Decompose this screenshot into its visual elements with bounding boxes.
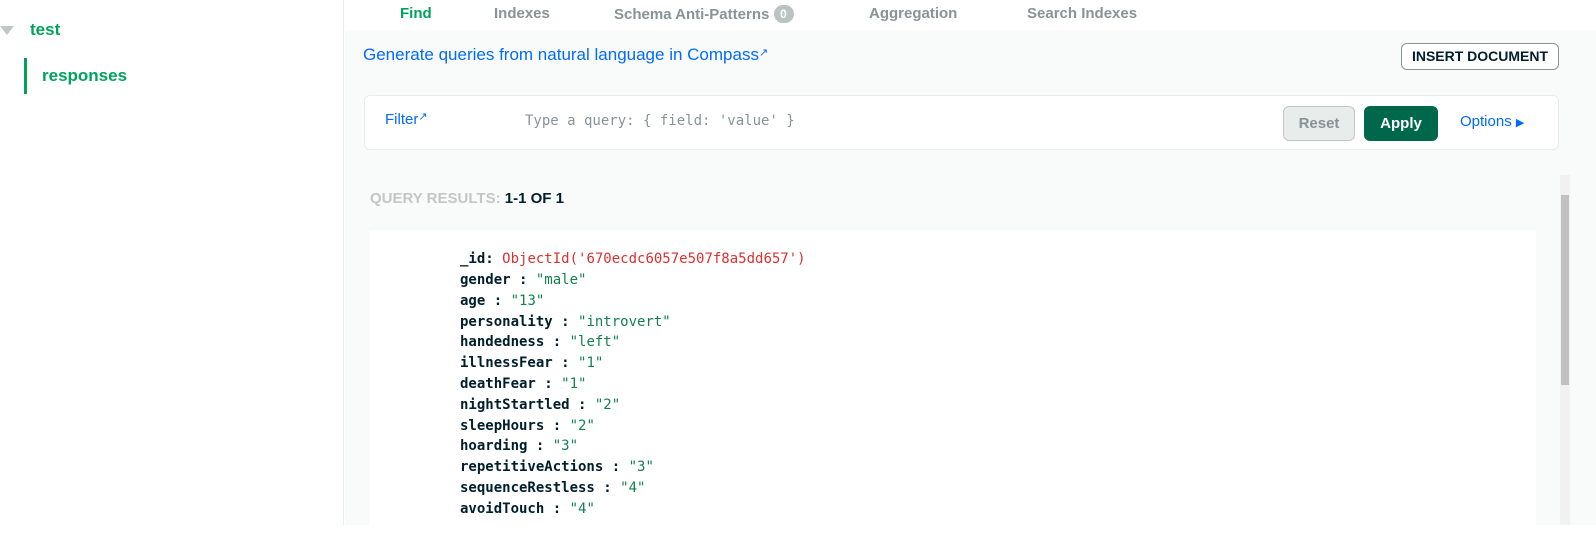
field-value: "1" — [561, 376, 587, 392]
tab-search-indexes[interactable]: Search Indexes — [1027, 5, 1137, 22]
external-link-icon: ↗ — [418, 111, 428, 123]
field-value: ObjectId('670ecdc6057e507f8a5dd657') — [502, 251, 806, 267]
reset-button[interactable]: Reset — [1283, 106, 1355, 141]
field-value: "1" — [578, 355, 604, 372]
field-key: hoarding — [460, 438, 528, 455]
tab-indexes[interactable]: Indexes — [494, 5, 550, 22]
options-label: Options — [1460, 113, 1512, 130]
document-card[interactable]: _id: ObjectId('670ecdc6057e507f8a5dd657'… — [369, 230, 1536, 530]
field-value: "male" — [535, 272, 587, 288]
tab-aggregation[interactable]: Aggregation — [869, 5, 957, 22]
field-key: deathFear — [460, 376, 536, 392]
bottom-area — [0, 525, 1596, 555]
query-results-header: QUERY RESULTS: 1-1 OF 1 — [370, 190, 564, 207]
document-field: personality : "introvert" — [460, 313, 671, 330]
field-value: "3" — [552, 438, 579, 455]
count-badge: 0 — [773, 5, 794, 23]
scrollbar-thumb[interactable] — [1561, 195, 1569, 385]
field-value: "4" — [569, 500, 595, 517]
external-link-icon: ↗ — [758, 47, 769, 59]
field-key: illnessFear — [460, 355, 553, 372]
field-key: sleepHours — [460, 417, 545, 434]
tab-find[interactable]: Find — [400, 5, 432, 22]
tab-label: Schema Anti-Patterns — [614, 6, 770, 23]
results-count: 1-1 OF 1 — [504, 190, 564, 207]
sidebar: test responses — [0, 0, 344, 525]
document-field: hoarding : "3" — [460, 438, 579, 455]
results-label: QUERY RESULTS: — [370, 190, 501, 207]
document-field: sleepHours : "2" — [460, 417, 595, 434]
caret-right-icon: ▶ — [1515, 117, 1525, 129]
sidebar-database-test[interactable]: test — [0, 20, 60, 40]
field-key: avoidTouch — [460, 500, 545, 517]
document-field: illnessFear : "1" — [460, 355, 604, 372]
field-key: handedness — [460, 334, 545, 351]
field-value: "2" — [569, 417, 595, 434]
filter-label: Filter — [385, 111, 419, 128]
apply-button[interactable]: Apply — [1364, 106, 1438, 141]
field-key: _id — [460, 251, 486, 267]
sidebar-collection-responses[interactable]: responses — [24, 58, 127, 94]
generate-queries-link[interactable]: Generate queries from natural language i… — [363, 45, 768, 65]
document-field: handedness : "left" — [460, 334, 621, 351]
field-value: "4" — [620, 480, 646, 496]
field-key: gender — [460, 272, 511, 288]
link-text: Generate queries from natural language i… — [363, 45, 759, 64]
database-name: test — [30, 20, 61, 39]
tab-bar: Find Indexes Schema Anti-Patterns 0 Aggr… — [345, 0, 1596, 30]
field-value: "13" — [510, 292, 545, 309]
filter-query-input[interactable] — [525, 113, 1225, 129]
document-field: deathFear : "1" — [460, 376, 587, 392]
caret-down-icon[interactable] — [0, 25, 14, 35]
field-key: personality — [460, 313, 553, 330]
document-field: nightStartled : "2" — [460, 396, 621, 413]
options-toggle[interactable]: Options ▶ — [1460, 113, 1524, 130]
tab-schema-anti-patterns[interactable]: Schema Anti-Patterns 0 — [614, 5, 794, 23]
field-value: "left" — [569, 334, 621, 351]
field-value: "3" — [628, 459, 654, 476]
filter-link[interactable]: Filter↗ — [385, 110, 428, 128]
main-panel: Find Indexes Schema Anti-Patterns 0 Aggr… — [345, 0, 1596, 530]
document-field: gender : "male" — [460, 272, 587, 288]
field-value: "2" — [594, 396, 621, 413]
field-key: nightStartled — [460, 396, 570, 413]
field-value: "introvert" — [578, 313, 671, 330]
document-field: sequenceRestless : "4" — [460, 480, 646, 496]
filter-bar: Filter↗ Reset Apply Options ▶ — [364, 95, 1559, 150]
insert-document-button[interactable]: INSERT DOCUMENT — [1401, 43, 1559, 70]
document-field: age : "13" — [460, 292, 545, 309]
results-scrollbar[interactable] — [1560, 175, 1570, 525]
field-key: repetitiveActions — [460, 459, 604, 476]
field-key: sequenceRestless — [460, 480, 595, 496]
document-field: repetitiveActions : "3" — [460, 459, 654, 476]
field-key: age — [460, 292, 486, 309]
document-field-id: _id: ObjectId('670ecdc6057e507f8a5dd657'… — [460, 251, 806, 267]
document-field: avoidTouch : "4" — [460, 500, 595, 517]
